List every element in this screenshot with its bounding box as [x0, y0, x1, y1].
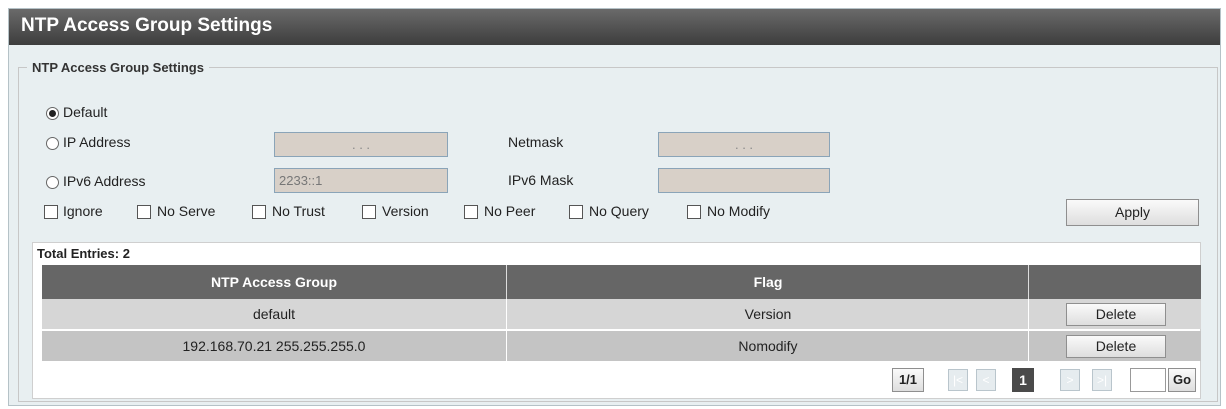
table-header: NTP Access Group Flag [42, 265, 1201, 299]
cell-flag: Version [506, 299, 1029, 329]
checkbox-no-peer-label: No Peer [484, 203, 536, 219]
ipv6-mask-input[interactable] [658, 168, 830, 193]
cell-flag: Nomodify [506, 331, 1029, 361]
checkbox-no-query-label: No Query [589, 203, 649, 219]
ipv6-address-input[interactable]: 2233::1 [274, 168, 448, 193]
checkbox-version[interactable] [362, 205, 376, 219]
next-page-button[interactable]: > [1060, 369, 1080, 391]
delete-button[interactable]: Delete [1066, 335, 1166, 358]
checkbox-no-query[interactable] [569, 205, 583, 219]
ip-address-input[interactable]: . . . [274, 132, 448, 157]
current-page[interactable]: 1 [1012, 368, 1034, 392]
radio-ip-address[interactable] [46, 137, 59, 150]
checkbox-no-modify-label: No Modify [707, 203, 771, 219]
header-action [1028, 265, 1202, 299]
page-title: NTP Access Group Settings [21, 15, 273, 36]
apply-button[interactable]: Apply [1066, 199, 1199, 226]
delete-button[interactable]: Delete [1066, 303, 1166, 326]
go-page-input[interactable] [1130, 368, 1166, 392]
checkbox-ignore[interactable] [44, 205, 58, 219]
cell-action: Delete [1028, 331, 1202, 361]
checkbox-version-label: Version [382, 203, 429, 219]
checkbox-no-trust[interactable] [252, 205, 266, 219]
cell-group: 192.168.70.21 255.255.255.0 [182, 338, 366, 354]
cell-action: Delete [1028, 299, 1202, 329]
checkbox-no-peer[interactable] [464, 205, 478, 219]
radio-default-label: Default [63, 104, 108, 120]
checkbox-no-modify[interactable] [687, 205, 701, 219]
checkbox-ignore-label: Ignore [63, 203, 103, 219]
page-info: 1/1 [892, 368, 924, 392]
netmask-label: Netmask [508, 134, 564, 150]
first-page-button[interactable]: |< [948, 369, 968, 391]
header-flag: Flag [506, 265, 1029, 299]
table-row: default Version Delete [42, 299, 1201, 329]
go-button[interactable]: Go [1168, 368, 1196, 392]
radio-ipv6-address-label: IPv6 Address [63, 173, 146, 189]
title-bar: NTP Access Group Settings [9, 9, 1220, 45]
table-row: 192.168.70.21 255.255.255.0 Nomodify Del… [42, 331, 1201, 361]
cell-group: default [252, 306, 296, 322]
checkbox-no-serve-label: No Serve [157, 203, 216, 219]
ipv6-mask-label: IPv6 Mask [508, 172, 574, 188]
header-ntp-access-group: NTP Access Group [210, 274, 338, 290]
netmask-input[interactable]: . . . [658, 132, 830, 157]
last-page-button[interactable]: >| [1092, 369, 1112, 391]
radio-ipv6-address[interactable] [46, 176, 59, 189]
fieldset-legend: NTP Access Group Settings [32, 60, 204, 75]
radio-ip-address-label: IP Address [63, 134, 131, 150]
checkbox-no-trust-label: No Trust [272, 203, 325, 219]
radio-default[interactable] [46, 107, 59, 120]
total-entries: Total Entries: 2 [37, 246, 130, 261]
prev-page-button[interactable]: < [976, 369, 996, 391]
checkbox-no-serve[interactable] [137, 205, 151, 219]
